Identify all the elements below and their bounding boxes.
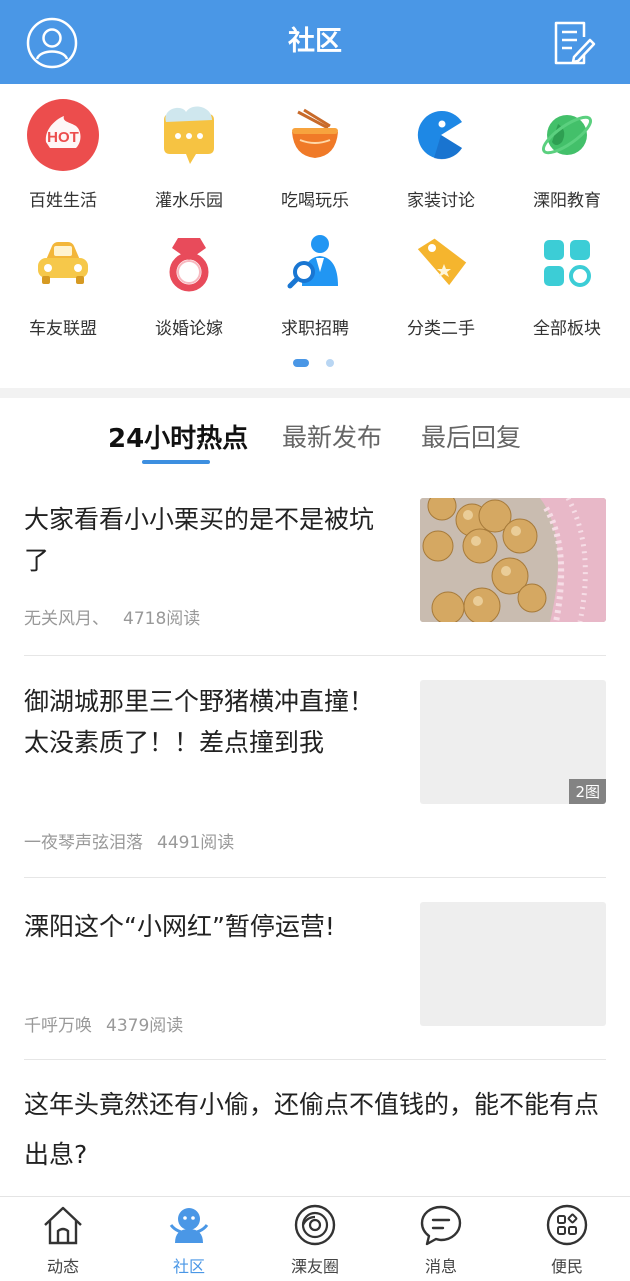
chat-bubble-icon <box>164 106 214 164</box>
list-item[interactable]: 溧阳这个“小网红”暂停运营! 千呼万唤 4379阅读 <box>24 902 606 1042</box>
hot-icon-text: HOT <box>47 129 79 146</box>
bottom-nav: 动态 社区 溧友圈 消息 便民 <box>0 1196 630 1281</box>
category-item[interactable]: 家装讨论 <box>378 98 504 211</box>
nav-item-messages[interactable]: 消息 <box>378 1197 504 1281</box>
nav-label: 溧友圈 <box>290 1257 339 1276</box>
category-item[interactable]: 车友联盟 <box>0 226 126 339</box>
article-author: 无关风月、 <box>24 609 109 629</box>
community-icon <box>169 1208 209 1243</box>
home-icon <box>44 1206 82 1245</box>
nav-label: 消息 <box>424 1257 457 1276</box>
compose-icon[interactable] <box>552 19 596 67</box>
article-reads: 4379阅读 <box>106 1016 184 1036</box>
car-icon <box>38 242 88 284</box>
category-item[interactable]: HOT 百姓生活 <box>0 98 126 211</box>
nav-item-circle[interactable]: 溧友圈 <box>252 1197 378 1281</box>
category-label: 分类二手 <box>407 319 475 339</box>
list-item[interactable]: 御湖城那里三个野猪横冲直撞！太没素质了！！差点撞到我 一夜琴声弦泪落 4491阅读… <box>24 680 606 860</box>
nav-label: 社区 <box>172 1257 205 1276</box>
services-icon <box>546 1204 588 1246</box>
category-item[interactable]: 吃喝玩乐 <box>252 98 378 211</box>
article-title: 大家看看小小栗买的是不是被坑了 <box>24 505 375 575</box>
price-tag-icon <box>417 238 467 286</box>
article-title: 御湖城那里三个野猪横冲直撞！太没素质了！！差点撞到我 <box>24 687 375 757</box>
list-divider <box>24 655 606 656</box>
hot-icon: HOT <box>27 99 99 171</box>
category-item[interactable]: 求职招聘 <box>252 226 378 339</box>
category-label: 车友联盟 <box>29 319 97 339</box>
category-item[interactable]: 溧阳教育 <box>504 98 630 211</box>
noodle-bowl-icon <box>292 108 338 158</box>
article-thumbnail <box>420 498 606 622</box>
tab-bar: 24小时热点 最新发布 最后回复 <box>0 418 630 468</box>
category-label: 家装讨论 <box>407 191 475 211</box>
article-reads: 4491阅读 <box>157 833 235 853</box>
tab-latest[interactable]: 最新发布 <box>282 418 382 454</box>
nav-item-dynamic[interactable]: 动态 <box>0 1197 126 1281</box>
page-dot-active <box>293 359 309 367</box>
category-label: 百姓生活 <box>29 191 97 211</box>
category-item[interactable]: 谈婚论嫁 <box>126 226 252 339</box>
article-thumbnail: 2图 <box>420 680 606 804</box>
list-item[interactable]: 大家看看小小栗买的是不是被坑了 无关风月、 4718阅读 <box>24 498 606 638</box>
page-title: 社区 <box>288 26 342 57</box>
nav-item-services[interactable]: 便民 <box>504 1197 630 1281</box>
article-author: 一夜琴声弦泪落 <box>24 833 143 853</box>
section-divider <box>0 388 630 398</box>
article-meta: 一夜琴声弦泪落 4491阅读 <box>24 828 234 853</box>
nav-item-community[interactable]: 社区 <box>126 1197 252 1281</box>
category-label: 灌水乐园 <box>155 191 223 211</box>
chestnut-photo <box>420 498 606 622</box>
ring-icon <box>169 238 209 292</box>
job-search-icon <box>287 235 338 289</box>
category-label: 全部板块 <box>533 319 601 339</box>
category-item[interactable]: 分类二手 <box>378 226 504 339</box>
nav-label: 便民 <box>550 1257 583 1276</box>
tab-last-reply[interactable]: 最后回复 <box>421 418 521 454</box>
list-divider <box>24 877 606 878</box>
tab-24h-hot[interactable]: 24小时热点 <box>108 418 248 455</box>
planet-icon <box>541 115 593 155</box>
article-meta: 千呼万唤 4379阅读 <box>24 1011 183 1036</box>
tab-active-indicator <box>142 460 210 464</box>
category-item[interactable]: 全部板块 <box>504 226 630 339</box>
page-indicator <box>0 359 630 369</box>
article-author: 千呼万唤 <box>24 1016 92 1036</box>
list-item[interactable]: 这年头竟然还有小偷，还偷点不值钱的，能不能有点出息? <box>24 1084 606 1194</box>
message-icon <box>420 1205 462 1246</box>
article-title: 溧阳这个“小网红”暂停运营! <box>24 912 335 941</box>
article-meta: 无关风月、 4718阅读 <box>24 604 200 629</box>
category-label: 吃喝玩乐 <box>281 191 349 211</box>
header-bar: 社区 <box>0 0 630 84</box>
user-icon[interactable] <box>26 17 78 69</box>
circle-icon <box>294 1204 336 1246</box>
article-thumbnail <box>420 902 606 1026</box>
page-dot[interactable] <box>326 359 334 367</box>
grid-icon <box>544 240 591 287</box>
pacman-icon <box>417 110 462 160</box>
category-item[interactable]: 灌水乐园 <box>126 98 252 211</box>
category-label: 谈婚论嫁 <box>155 319 223 339</box>
article-title: 这年头竟然还有小偷，还偷点不值钱的，能不能有点出息? <box>24 1090 600 1169</box>
category-label: 溧阳教育 <box>533 191 601 211</box>
list-divider <box>24 1059 606 1060</box>
article-reads: 4718阅读 <box>123 609 201 629</box>
nav-label: 动态 <box>46 1257 79 1276</box>
category-label: 求职招聘 <box>281 319 349 339</box>
image-count-badge: 2图 <box>569 779 606 804</box>
